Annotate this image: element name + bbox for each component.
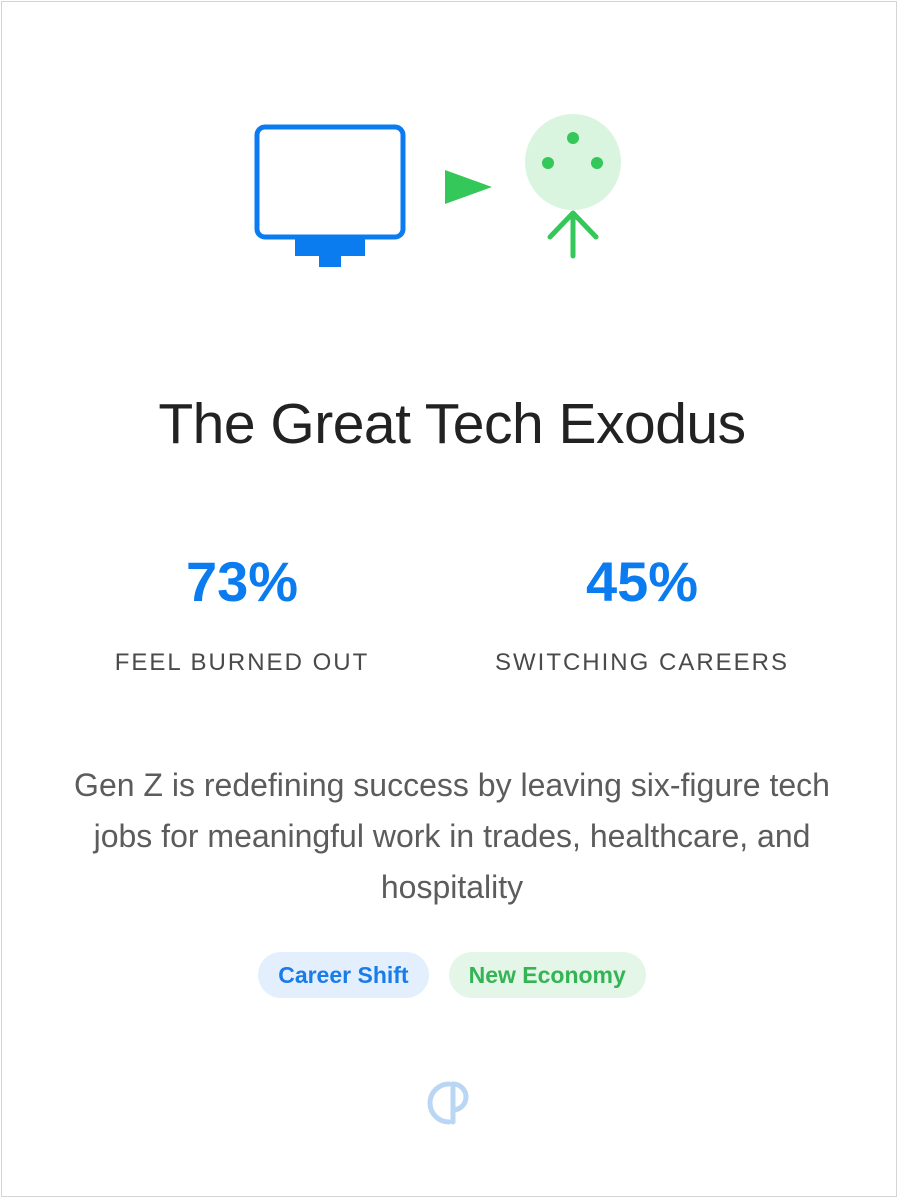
card-description: Gen Z is redefining success by leaving s… <box>74 767 830 905</box>
stat-value: 45% <box>585 550 699 613</box>
monitor-icon <box>254 124 406 267</box>
growth-person-icon <box>525 114 621 259</box>
stat-value: 73% <box>185 550 299 613</box>
arrow-right-icon <box>445 170 492 204</box>
brand-logo-icon <box>427 1078 477 1128</box>
stat-burned-out: 73% FEEL BURNED OUT <box>62 546 422 678</box>
stat-label: SWITCHING CAREERS <box>494 649 789 676</box>
tag-new-economy[interactable]: New Economy <box>448 952 646 998</box>
hero-illustration <box>242 112 642 282</box>
stat-label: FEEL BURNED OUT <box>114 649 370 676</box>
stat-switching-careers: 45% SWITCHING CAREERS <box>462 546 822 678</box>
card-title: The Great Tech Exodus <box>158 392 746 456</box>
tag-career-shift[interactable]: Career Shift <box>258 952 429 998</box>
article-card: The Great Tech Exodus 73% FEEL BURNED OU… <box>1 1 897 1197</box>
tag-list: Career Shift New Economy <box>2 952 900 998</box>
